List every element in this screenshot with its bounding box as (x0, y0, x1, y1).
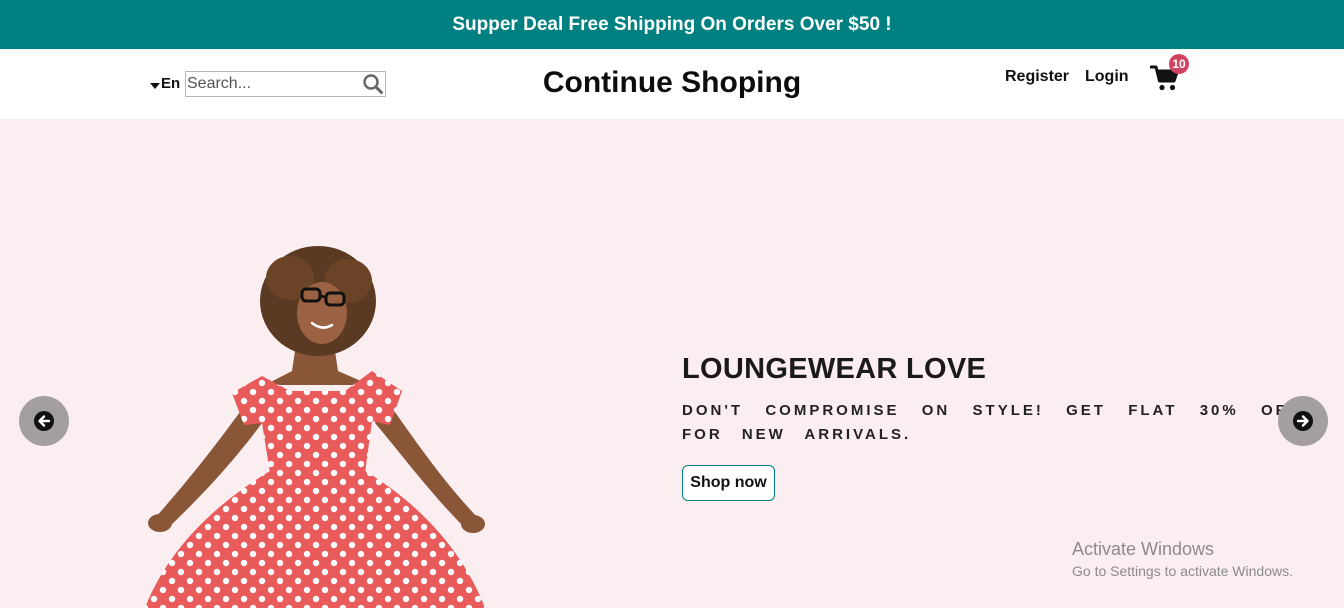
slider-next-button[interactable] (1278, 396, 1328, 446)
windows-activation-watermark: Activate Windows Go to Settings to activ… (1072, 538, 1293, 582)
hero-model-image (145, 246, 485, 608)
watermark-subtitle: Go to Settings to activate Windows. (1072, 563, 1293, 579)
navbar: En Continue Shoping Register Login 10 (0, 49, 1344, 119)
brand-title[interactable]: Continue Shoping (543, 66, 801, 99)
watermark-title: Activate Windows (1072, 539, 1215, 559)
arrow-left-icon (34, 411, 54, 431)
cart-button[interactable]: 10 (1150, 54, 1189, 94)
hero-description: DON'T COMPROMISE ON STYLE! GET FLAT 30% … (682, 402, 1300, 443)
language-selector[interactable]: En (150, 75, 180, 92)
slider-prev-button[interactable] (19, 396, 69, 446)
login-link[interactable]: Login (1085, 68, 1129, 86)
caret-down-icon (150, 83, 160, 89)
announcement-text: Supper Deal Free Shipping On Orders Over… (452, 13, 892, 35)
hero-title: LOUNGEWEAR LOVE (682, 353, 987, 385)
search-icon[interactable] (362, 73, 384, 95)
hero-slider: LOUNGEWEAR LOVE DON'T COMPROMISE ON STYL… (0, 119, 1344, 608)
arrow-right-icon (1293, 411, 1313, 431)
cart-count-badge: 10 (1169, 54, 1189, 74)
announcement-bar: Supper Deal Free Shipping On Orders Over… (0, 0, 1344, 49)
language-label: En (161, 75, 181, 92)
search-box (185, 71, 386, 97)
shop-now-button[interactable]: Shop now (682, 465, 775, 501)
search-input[interactable] (186, 73, 358, 95)
register-link[interactable]: Register (1005, 68, 1069, 86)
